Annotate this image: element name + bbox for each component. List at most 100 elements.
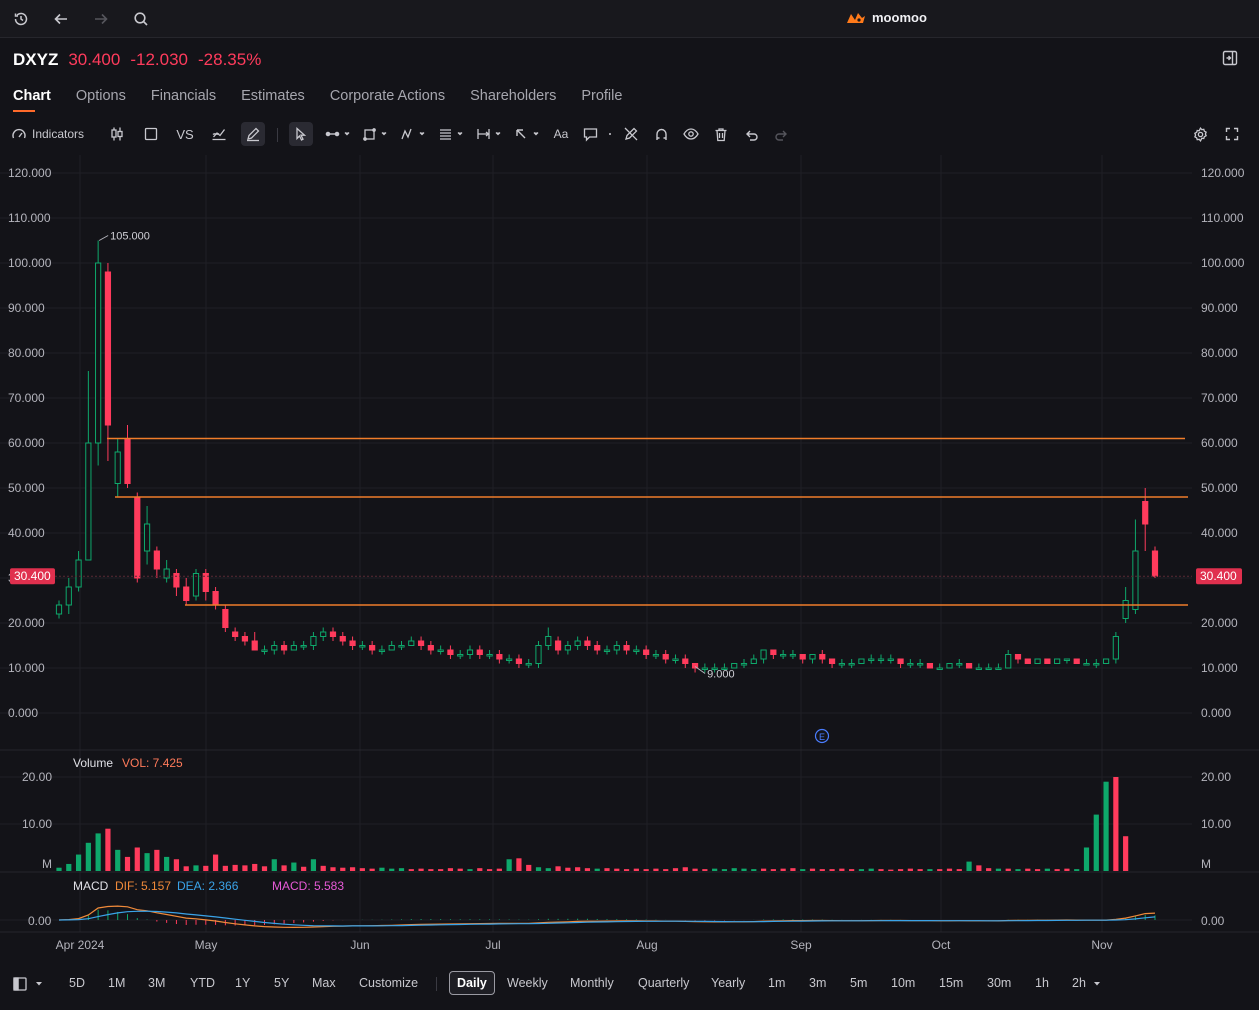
arrow-tool-icon[interactable] [513,122,543,146]
redo-icon[interactable] [771,122,791,146]
interval-1m[interactable]: 1m [768,976,785,990]
tab-financials[interactable]: Financials [151,88,216,112]
tab-profile[interactable]: Profile [581,88,622,112]
volume-bar [712,868,718,871]
volume-bar [672,868,679,871]
interval-weekly[interactable]: Weekly [507,976,548,990]
forward-arrow-icon[interactable] [91,9,111,29]
candle-body [594,645,601,651]
period-3m[interactable]: 3M [148,976,165,990]
volume-bar [428,869,434,871]
search-icon[interactable] [131,9,151,29]
candle-body [525,663,532,666]
candle-body [1093,663,1100,666]
draw-pencil-icon[interactable] [241,122,265,146]
y-axis-tick-right: 110.000 [1201,211,1244,225]
period-1y[interactable]: 1Y [235,976,250,990]
measure-tool-icon[interactable] [475,122,505,146]
period-customize[interactable]: Customize [359,976,418,990]
tab-shareholders[interactable]: Shareholders [470,88,556,112]
volume-bar [477,868,483,871]
visibility-eye-icon[interactable] [681,122,701,146]
candle-body [623,645,630,651]
candlestick-type-icon[interactable] [107,122,127,146]
layout-toggle-button[interactable] [13,977,43,991]
magnet-icon[interactable] [651,122,671,146]
interval-monthly[interactable]: Monthly [570,976,614,990]
y-axis-tick-right: 80.000 [1201,346,1238,360]
candle-body [975,667,982,670]
chart-style-icon[interactable] [208,122,230,146]
pattern-tool-icon[interactable] [399,122,429,146]
candle-body [1014,654,1022,660]
tab-estimates[interactable]: Estimates [241,88,305,112]
candle-body [1034,658,1041,664]
interval-15m[interactable]: 15m [939,976,963,990]
candle-body [1132,550,1139,610]
macd-legend-1: DEA: 2.366 [177,879,239,893]
tab-corporate-actions[interactable]: Corporate Actions [330,88,445,112]
erase-drawings-icon[interactable] [621,122,641,146]
interval-5m[interactable]: 5m [850,976,867,990]
interval-daily[interactable]: Daily [449,971,495,995]
indicators-button[interactable]: Indicators [11,122,84,146]
collapse-panel-icon[interactable] [1222,50,1240,68]
text-tool-button[interactable]: Aa [550,122,572,146]
macd-pane-title: MACD [73,879,109,893]
fullscreen-icon[interactable] [1222,122,1242,146]
volume-bar [212,854,219,871]
line-tool-icon[interactable] [323,122,353,146]
period-5d[interactable]: 5D [69,976,85,990]
interval-yearly[interactable]: Yearly [711,976,745,990]
y-axis-tick-right: 120.000 [1201,166,1245,180]
interval-30m[interactable]: 30m [987,976,1011,990]
volume-bar [1093,814,1099,871]
comment-icon[interactable] [580,122,600,146]
tab-chart[interactable]: Chart [13,88,51,112]
y-axis-tick-right: 0.000 [1201,706,1231,720]
period-ytd[interactable]: YTD [190,976,215,990]
volume-bar [741,868,747,871]
candle-body [369,645,376,651]
candle-body [1005,654,1012,669]
candle-body [946,663,953,669]
price-chart-svg[interactable]: 120.000 120.000 110.000 110.000 100.000 100.0… [0,150,1259,960]
square-icon[interactable] [141,122,161,146]
interval-2h[interactable]: 2h [1072,976,1086,990]
volume-bar [751,869,757,871]
compare-vs-button[interactable]: VS [174,122,196,146]
candle-body [241,636,249,642]
volume-pane-title: Volume [73,756,113,770]
period-max[interactable]: Max [312,976,336,990]
tab-options[interactable]: Options [76,88,126,112]
fibonacci-tool-icon[interactable] [437,122,467,146]
interval-more-caret-icon[interactable] [1093,981,1101,987]
period-1m[interactable]: 1M [108,976,125,990]
volume-bar [643,869,649,871]
y-axis-tick-left: 10.000 [8,661,45,675]
candle-body [1073,658,1080,664]
trash-icon[interactable] [711,122,731,146]
volume-bar [760,868,767,871]
volume-bar [829,869,835,871]
period-5y[interactable]: 5Y [274,976,289,990]
interval-10m[interactable]: 10m [891,976,915,990]
volume-bar [457,868,463,871]
chart-area[interactable]: 120.000 120.000 110.000 110.000 100.000 100.0… [0,150,1259,960]
volume-bar [800,869,806,871]
volume-bar [66,863,72,871]
cursor-pointer-icon[interactable] [289,122,313,146]
back-arrow-icon[interactable] [51,9,71,29]
candle-body [408,640,415,646]
settings-gear-icon[interactable] [1190,122,1210,146]
brand-logo: moomoo [846,10,927,25]
interval-3m[interactable]: 3m [809,976,826,990]
history-icon[interactable] [11,9,31,29]
shape-tool-icon[interactable] [361,122,391,146]
undo-icon[interactable] [741,122,761,146]
interval-1h[interactable]: 1h [1035,976,1049,990]
volume-bar [389,868,395,871]
volume-bar [858,869,865,871]
interval-quarterly[interactable]: Quarterly [638,976,689,990]
volume-bar [183,866,189,871]
